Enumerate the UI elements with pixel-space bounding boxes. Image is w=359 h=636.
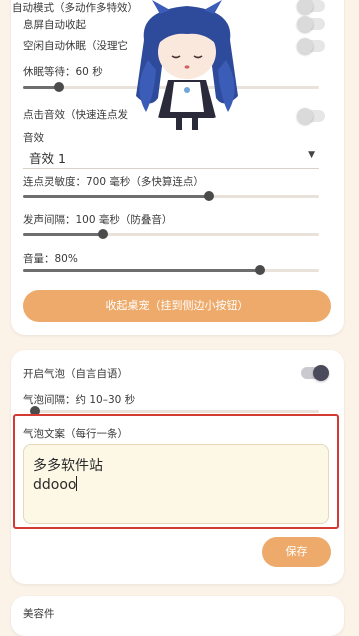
click-sound-toggle[interactable] — [297, 108, 325, 124]
slider-thumb[interactable] — [53, 82, 64, 92]
bubble-copy-textarea[interactable]: 多多软件站 ddooo — [23, 444, 329, 524]
next-card-title: 美容件 — [23, 608, 55, 620]
slider-thumb[interactable] — [254, 265, 265, 275]
bubble-enable-toggle[interactable] — [301, 365, 329, 381]
bubble-interval-label: 气泡间隔：约 10–30 秒 — [23, 394, 136, 406]
sleep-wait-label: 休眠等待：60 秒 — [23, 66, 103, 78]
tap-sensitivity-slider[interactable] — [23, 191, 319, 201]
sound-interval-slider[interactable] — [23, 229, 319, 239]
bubble-interval-slider[interactable] — [30, 406, 319, 416]
screen-off-collapse-label: 息屏自动收起 — [23, 19, 86, 31]
textarea-line-1: 多多软件站 — [33, 458, 103, 474]
sound-select-value: 音效 1 — [29, 151, 66, 166]
sound-label: 音效 — [23, 132, 44, 144]
dropdown-caret-icon: ▼ — [308, 150, 315, 160]
volume-slider[interactable] — [23, 265, 319, 275]
bubble-enable-label: 开启气泡（自言自语） — [23, 368, 128, 380]
next-card — [11, 596, 344, 636]
sound-select[interactable]: 音效 1 ▼ — [23, 146, 319, 169]
screen-off-collapse-toggle[interactable] — [297, 16, 325, 32]
sound-interval-label: 发声间隔：100 毫秒（防叠音） — [23, 214, 173, 226]
collapse-pet-button[interactable]: 收起桌宠（挂到侧边小按钮） — [23, 290, 331, 322]
text-cursor — [76, 476, 78, 491]
idle-sleep-toggle[interactable] — [297, 38, 325, 54]
slider-thumb[interactable] — [97, 229, 108, 239]
mascot-illustration — [136, 0, 238, 130]
save-button[interactable]: 保存 — [262, 537, 331, 567]
volume-label: 音量：80% — [23, 253, 78, 265]
bubble-copy-label: 气泡文案（每行一条） — [23, 428, 128, 440]
textarea-line-2: ddooo — [33, 476, 78, 493]
tap-sensitivity-label: 连点灵敏度：700 毫秒（多快算连点） — [23, 176, 204, 188]
auto-mode-toggle[interactable] — [297, 0, 325, 14]
